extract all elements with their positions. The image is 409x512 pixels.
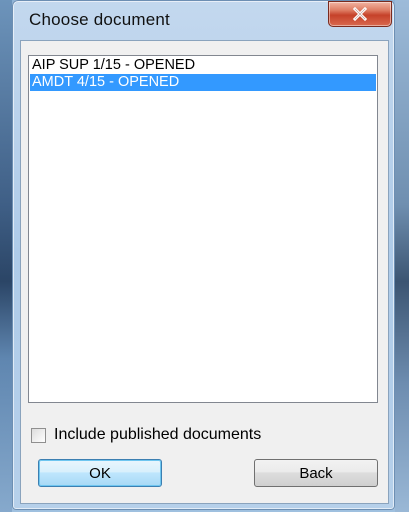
window-title: Choose document [29,10,170,29]
list-item-amdt[interactable]: AMDT 4/15 - OPENED [30,74,376,91]
close-x-icon [352,7,368,21]
back-button[interactable]: Back [254,459,378,487]
close-button[interactable] [328,1,392,27]
choose-document-dialog: Choose document AIP SUP 1/15 - OPENED AM… [12,0,395,510]
include-published-label[interactable]: Include published documents [54,426,261,444]
ok-button[interactable]: OK [38,459,162,487]
desktop-background-right [395,0,409,512]
document-list[interactable]: AIP SUP 1/15 - OPENED AMDT 4/15 - OPENED [28,55,378,403]
title-bar[interactable]: Choose document [12,0,395,40]
dialog-client-area: AIP SUP 1/15 - OPENED AMDT 4/15 - OPENED… [20,40,389,504]
desktop-background-left [0,0,12,512]
include-published-row[interactable]: Include published documents [31,425,261,445]
include-published-checkbox[interactable] [31,427,46,443]
list-item-aip-sup[interactable]: AIP SUP 1/15 - OPENED [30,57,376,74]
